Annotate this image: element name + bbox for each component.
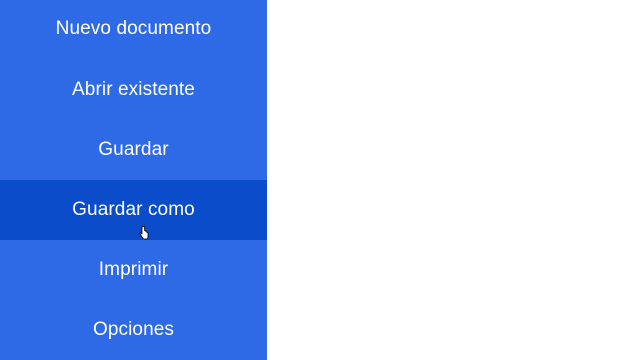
menu-item-guardar[interactable]: Guardar	[0, 120, 267, 180]
menu-item-abrir-existente[interactable]: Abrir existente	[0, 60, 267, 120]
menu-item-label: Opciones	[92, 319, 175, 340]
menu-item-label: Nuevo documento	[55, 18, 212, 39]
content-area	[267, 0, 640, 360]
menu-item-label: Imprimir	[98, 259, 169, 280]
app-screen: Nuevo documento Abrir existente Guardar …	[0, 0, 640, 360]
menu-item-label: Guardar	[98, 139, 169, 160]
menu-item-imprimir[interactable]: Imprimir	[0, 240, 267, 300]
menu-item-opciones[interactable]: Opciones	[0, 300, 267, 360]
menu-item-label: Guardar como	[72, 199, 195, 220]
menu-item-nuevo-documento[interactable]: Nuevo documento	[0, 0, 267, 60]
menu-item-guardar-como[interactable]: Guardar como	[0, 180, 267, 240]
file-menu: Nuevo documento Abrir existente Guardar …	[0, 0, 267, 360]
menu-item-label: Abrir existente	[72, 79, 195, 100]
